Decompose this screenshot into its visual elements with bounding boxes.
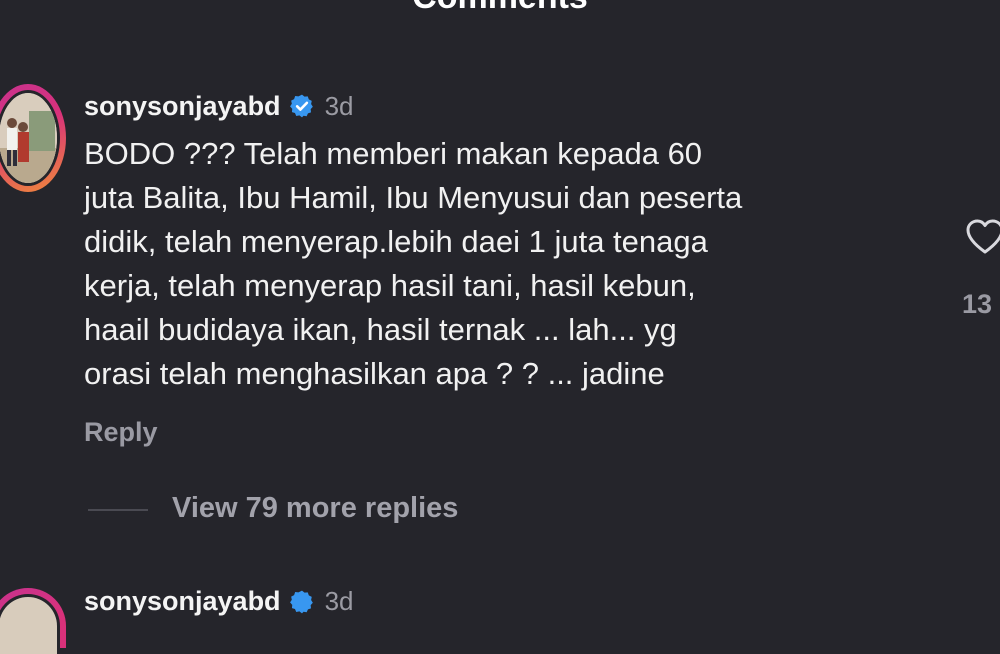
comment-meta: sonysonjayabd 3d bbox=[84, 86, 353, 126]
username[interactable]: sonysonjayabd bbox=[84, 586, 281, 617]
comment-time: 3d bbox=[324, 586, 354, 616]
verified-badge-icon bbox=[289, 94, 313, 118]
username[interactable]: sonysonjayabd bbox=[84, 91, 281, 122]
verified-badge-icon bbox=[289, 590, 313, 613]
replies-divider bbox=[88, 509, 148, 511]
comment-time: 3d bbox=[324, 90, 354, 121]
comment-text: BODO ??? Telah memberi makan kepada 60 j… bbox=[84, 136, 743, 391]
comment-meta: sonysonjayabd 3d bbox=[84, 586, 353, 617]
reply-button[interactable]: Reply bbox=[84, 417, 158, 448]
avatar-photo bbox=[0, 93, 57, 183]
heart-icon[interactable] bbox=[965, 218, 1000, 258]
avatar[interactable] bbox=[0, 594, 60, 654]
page-title: Comments bbox=[0, 0, 1000, 17]
view-replies-button[interactable]: View 79 more replies bbox=[172, 492, 458, 525]
like-count: 13 bbox=[962, 289, 993, 319]
